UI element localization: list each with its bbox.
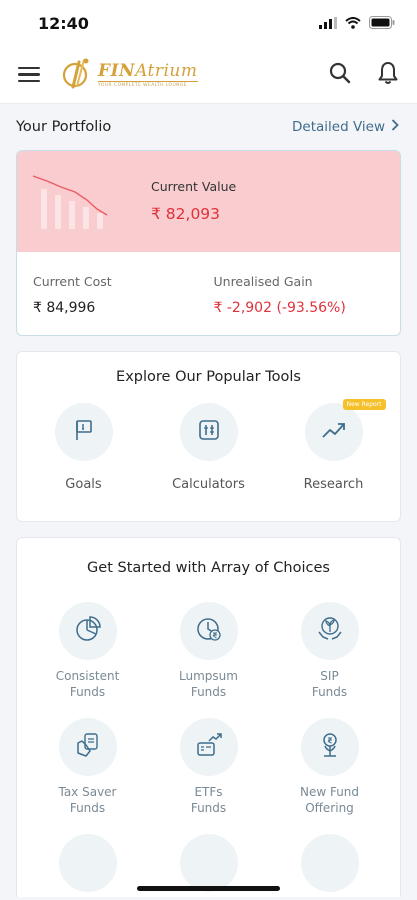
status-bar: 12:40	[0, 0, 417, 46]
choice-icon-circle	[58, 834, 117, 892]
tool-goals[interactable]: Goals	[29, 403, 139, 492]
portfolio-value-panel: Current Value ₹ 82,093	[17, 151, 400, 252]
trend-up-icon	[321, 421, 347, 443]
portfolio-card[interactable]: Current Value ₹ 82,093 Current Cost ₹ 84…	[16, 150, 401, 336]
search-button[interactable]	[327, 62, 353, 88]
tool-label: Goals	[65, 477, 102, 492]
pie-chart-icon	[74, 615, 102, 647]
choices-grid: Consistent Funds Lumpsum Funds SIP Funds	[17, 602, 400, 892]
unrealised-gain-amount: ₹ -2,902 (-93.56%)	[213, 300, 346, 316]
choice-icon-circle	[179, 602, 238, 660]
logo-wordmark: FINAtrium	[98, 60, 198, 81]
choices-card: Get Started with Array of Choices Consis…	[16, 537, 401, 897]
choice-label: Tax Saver Funds	[58, 785, 117, 815]
logo-mark-icon	[60, 56, 96, 94]
bell-icon	[377, 61, 399, 89]
choice-lumpsum-funds[interactable]: Lumpsum Funds	[148, 602, 269, 700]
calculator-icon	[198, 419, 220, 445]
home-indicator[interactable]	[137, 886, 280, 891]
detailed-view-label: Detailed View	[292, 119, 385, 135]
choice-consistent-funds[interactable]: Consistent Funds	[27, 602, 148, 700]
tool-icon-circle	[179, 403, 238, 461]
tool-calculators[interactable]: Calculators	[154, 403, 264, 492]
status-time: 12:40	[38, 13, 89, 33]
new-fund-icon	[316, 731, 344, 763]
current-cost-label: Current Cost	[33, 274, 112, 289]
tool-icon-circle	[54, 403, 113, 461]
etf-icon	[195, 731, 223, 763]
choice-tax-saver-funds[interactable]: Tax Saver Funds	[27, 718, 148, 816]
logo-text: FINAtrium YOUR COMPLETE WEALTH LOUNGE	[98, 62, 198, 88]
tool-icon-circle	[304, 403, 363, 461]
menu-button[interactable]	[18, 63, 42, 87]
status-icons	[319, 14, 395, 33]
chevron-right-icon	[391, 119, 399, 135]
current-cost-block: Current Cost ₹ 84,996	[33, 274, 204, 335]
header-actions	[327, 61, 401, 89]
choice-sip-funds[interactable]: SIP Funds	[269, 602, 390, 700]
menu-line	[18, 66, 40, 70]
choice-more[interactable]	[148, 834, 269, 892]
choice-icon-circle	[58, 718, 117, 776]
tax-saver-icon	[74, 731, 102, 763]
choice-label: ETFs Funds	[190, 785, 227, 815]
tool-research[interactable]: New Report Research	[279, 399, 389, 492]
app-header: FINAtrium YOUR COMPLETE WEALTH LOUNGE	[0, 46, 417, 104]
finatrium-logo[interactable]: FINAtrium YOUR COMPLETE WEALTH LOUNGE	[60, 56, 198, 94]
unrealised-gain-label: Unrealised Gain	[213, 274, 313, 289]
popular-tools-card: Explore Our Popular Tools Goals Calculat…	[16, 351, 401, 522]
logo-tagline: YOUR COMPLETE WEALTH LOUNGE	[98, 80, 198, 88]
portfolio-section-header: Your Portfolio Detailed View	[0, 119, 417, 135]
current-value-label: Current Value	[151, 179, 237, 194]
notifications-button[interactable]	[375, 61, 401, 89]
detailed-view-link[interactable]: Detailed View	[292, 119, 399, 135]
declining-chart-icon	[31, 173, 115, 237]
tool-label: Calculators	[172, 477, 245, 492]
tools-row: Goals Calculators New Report Research	[17, 399, 400, 492]
choice-more[interactable]	[27, 834, 148, 892]
signal-icon	[319, 14, 337, 33]
portfolio-details: Current Cost ₹ 84,996 Unrealised Gain ₹ …	[17, 252, 400, 335]
tools-title: Explore Our Popular Tools	[116, 369, 301, 385]
battery-icon	[369, 14, 395, 33]
menu-line	[18, 79, 40, 83]
choice-icon-circle	[300, 602, 359, 660]
choice-new-fund-offering[interactable]: New Fund Offering	[269, 718, 390, 816]
choice-icon-circle	[300, 718, 359, 776]
choice-icon-circle	[179, 718, 238, 776]
choice-label: New Fund Offering	[299, 785, 360, 815]
unrealised-gain-block: Unrealised Gain ₹ -2,902 (-93.56%)	[204, 274, 385, 335]
current-cost-amount: ₹ 84,996	[33, 300, 96, 316]
flag-icon	[74, 419, 94, 445]
portfolio-title: Your Portfolio	[16, 119, 112, 135]
choice-icon-circle	[58, 602, 117, 660]
choice-icon-circle	[179, 834, 238, 892]
clock-rupee-icon	[195, 615, 223, 647]
tool-label: Research	[303, 477, 364, 492]
choices-title: Get Started with Array of Choices	[87, 560, 330, 576]
choice-icon-circle	[300, 834, 359, 892]
choice-label: Consistent Funds	[55, 669, 120, 699]
hands-plant-icon	[316, 615, 344, 647]
new-report-badge: New Report	[342, 399, 386, 410]
wifi-icon	[345, 14, 361, 33]
choice-label: SIP Funds	[311, 669, 348, 699]
search-icon	[329, 62, 351, 88]
choice-etfs-funds[interactable]: ETFs Funds	[148, 718, 269, 816]
menu-line	[18, 73, 40, 76]
current-value-amount: ₹ 82,093	[151, 205, 221, 223]
choice-more[interactable]	[269, 834, 390, 892]
choice-label: Lumpsum Funds	[179, 669, 238, 699]
